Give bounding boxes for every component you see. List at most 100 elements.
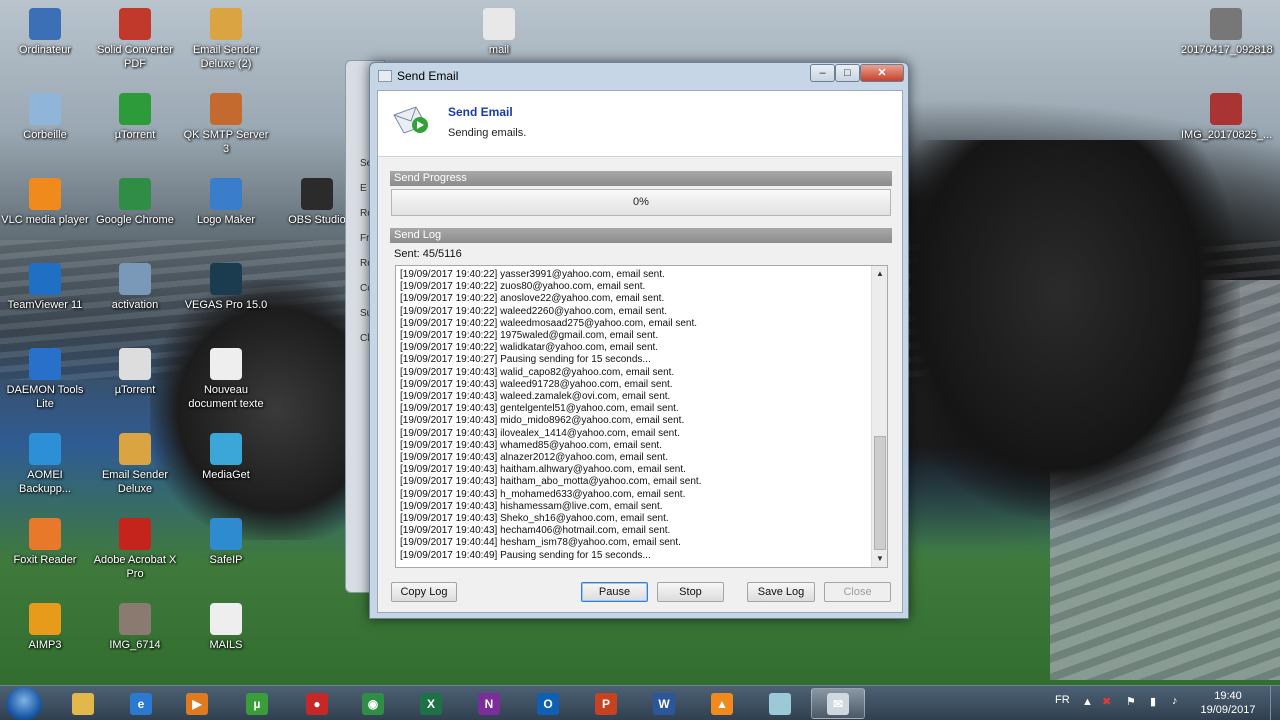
desktop-icon[interactable]: Adobe Acrobat X Pro <box>90 518 180 581</box>
show-hidden-icons-icon[interactable]: ▲ <box>1082 696 1093 708</box>
desktop-icon[interactable]: Google Chrome <box>90 178 180 227</box>
taskbar-button[interactable]: O <box>521 688 575 719</box>
text-file-icon <box>210 348 242 380</box>
desktop-icon[interactable]: IMG_6714 <box>90 603 180 652</box>
chrome-icon <box>119 178 151 210</box>
activation-icon <box>119 263 151 295</box>
desktop-icon[interactable]: Logo Maker <box>181 178 271 227</box>
desktop-icon-label: IMG_20170825_... <box>1181 129 1273 141</box>
signal-icon[interactable]: ▮ <box>1150 695 1156 708</box>
email-sender-icon <box>119 433 151 465</box>
taskbar-button[interactable]: e <box>114 688 168 719</box>
taskbar-button[interactable]: ▲ <box>695 688 749 719</box>
desktop-icon[interactable]: Email Sender Deluxe (2) <box>181 8 271 71</box>
taskbar-button[interactable] <box>753 688 807 719</box>
desktop-icon[interactable]: DAEMON Tools Lite <box>0 348 90 411</box>
daemon-tools-icon <box>29 348 61 380</box>
desktop-icon[interactable]: Email Sender Deluxe <box>90 433 180 496</box>
onenote-icon: N <box>478 692 500 715</box>
utorrent-file-icon <box>119 348 151 380</box>
desktop-icon[interactable]: 20170417_092818 <box>1181 8 1273 57</box>
action-center-icon[interactable]: ⚑ <box>1126 695 1136 708</box>
desktop-icon[interactable]: Foxit Reader <box>0 518 90 567</box>
header-subtitle: Sending emails. <box>448 127 527 139</box>
image-file-icon <box>119 603 151 635</box>
taskbar-button[interactable]: ● <box>290 688 344 719</box>
solid-converter-icon <box>119 8 151 40</box>
log-line: [19/09/2017 19:40:27] Pausing sending fo… <box>400 354 651 366</box>
desktop-icon[interactable]: Corbeille <box>0 93 90 142</box>
desktop-icon[interactable]: SafeIP <box>181 518 271 567</box>
title-bar[interactable]: Send Email – □ ✕ <box>370 63 908 89</box>
maximize-button[interactable]: □ <box>835 64 860 82</box>
log-line: [19/09/2017 19:40:43] waleed.zamalek@ovi… <box>400 391 671 403</box>
desktop-icon[interactable]: MediaGet <box>181 433 271 482</box>
log-scrollbar[interactable]: ▲ ▼ <box>871 266 887 567</box>
desktop-icon-label: Email Sender Deluxe (2) <box>192 44 260 70</box>
clock-date: 19/09/2017 <box>1200 704 1256 716</box>
scroll-thumb[interactable] <box>874 436 886 550</box>
close-window-button[interactable]: ✕ <box>860 64 904 82</box>
desktop-icon[interactable]: mail <box>454 8 544 57</box>
obs-icon <box>301 178 333 210</box>
volume-icon[interactable]: ♪ <box>1172 695 1178 707</box>
stop-button[interactable]: Stop <box>657 582 724 602</box>
desktop-icon-label: MAILS <box>209 639 243 651</box>
safeip-icon <box>210 518 242 550</box>
scroll-up-arrow-icon[interactable]: ▲ <box>872 266 887 282</box>
log-line: [19/09/2017 19:40:22] yasser3991@yahoo.c… <box>400 269 665 280</box>
desktop-icon-label: activation <box>111 299 159 311</box>
desktop-icon[interactable]: AIMP3 <box>0 603 90 652</box>
window-title: Send Email <box>397 69 459 83</box>
taskbar-button[interactable]: ✉ <box>811 688 865 719</box>
desktop-icon[interactable]: MAILS <box>181 603 271 652</box>
desktop-icon[interactable]: VLC media player <box>0 178 90 227</box>
show-desktop-button[interactable] <box>1270 686 1280 720</box>
vlc-taskbar-icon: ▲ <box>711 692 733 715</box>
desktop-icon[interactable]: µTorrent <box>90 93 180 142</box>
desktop-icon[interactable]: TeamViewer 11 <box>0 263 90 312</box>
desktop-icon-label: Corbeille <box>23 129 67 141</box>
clock-time: 19:40 <box>1214 690 1242 702</box>
vegas-icon <box>210 263 242 295</box>
start-button[interactable] <box>6 687 42 720</box>
desktop-icon[interactable]: AOMEI Backupp... <box>0 433 90 496</box>
desktop-icon[interactable]: activation <box>90 263 180 312</box>
log-line: [19/09/2017 19:40:43] hishamessam@live.c… <box>400 500 663 512</box>
logo-maker-icon <box>210 178 242 210</box>
close-button[interactable]: Close <box>824 582 891 602</box>
taskbar-button[interactable]: µ <box>230 688 284 719</box>
taskbar-button[interactable]: X <box>404 688 458 719</box>
desktop-icon-label: DAEMON Tools Lite <box>6 384 84 410</box>
language-indicator[interactable]: FR <box>1055 694 1070 706</box>
taskbar-button[interactable] <box>56 688 110 719</box>
copy-log-button[interactable]: Copy Log <box>391 582 457 602</box>
camera-background <box>910 140 1240 520</box>
log-line: [19/09/2017 19:40:43] gentelgentel51@yah… <box>400 403 679 415</box>
powerpoint-icon: P <box>595 692 617 715</box>
taskbar-button[interactable]: W <box>637 688 691 719</box>
save-log-button[interactable]: Save Log <box>747 582 815 602</box>
minimize-button[interactable]: – <box>810 64 835 82</box>
desktop-icon[interactable]: µTorrent <box>90 348 180 397</box>
pause-button[interactable]: Pause <box>581 582 648 602</box>
taskbar-button[interactable]: ◉ <box>346 688 400 719</box>
taskbar-button[interactable]: P <box>579 688 633 719</box>
log-lines: [19/09/2017 19:40:22] yasser3991@yahoo.c… <box>400 269 868 562</box>
file-explorer-icon <box>72 692 94 715</box>
desktop-icon[interactable]: VEGAS Pro 15.0 <box>181 263 271 312</box>
computer-icon <box>29 8 61 40</box>
system-clock[interactable]: 19:40 19/09/2017 <box>1198 689 1258 717</box>
desktop-icon[interactable]: Nouveau document texte <box>181 348 271 411</box>
taskbar-button[interactable]: N <box>462 688 516 719</box>
desktop-icon[interactable]: IMG_20170825_... <box>1181 93 1273 142</box>
log-line: [19/09/2017 19:40:43] h_mohamed633@yahoo… <box>400 488 686 500</box>
taskbar-button[interactable]: ▶ <box>170 688 224 719</box>
desktop-icon[interactable]: QK SMTP Server 3 <box>181 93 271 156</box>
scroll-down-arrow-icon[interactable]: ▼ <box>872 551 887 567</box>
network-warning-icon[interactable]: ✖ <box>1102 695 1111 708</box>
desktop-icon[interactable]: Solid Converter PDF <box>90 8 180 71</box>
send-log-textbox[interactable]: [19/09/2017 19:40:22] yasser3991@yahoo.c… <box>395 265 888 568</box>
desktop-icon[interactable]: Ordinateur <box>0 8 90 57</box>
log-line: [19/09/2017 19:40:43] alnazer2012@yahoo.… <box>400 452 669 464</box>
